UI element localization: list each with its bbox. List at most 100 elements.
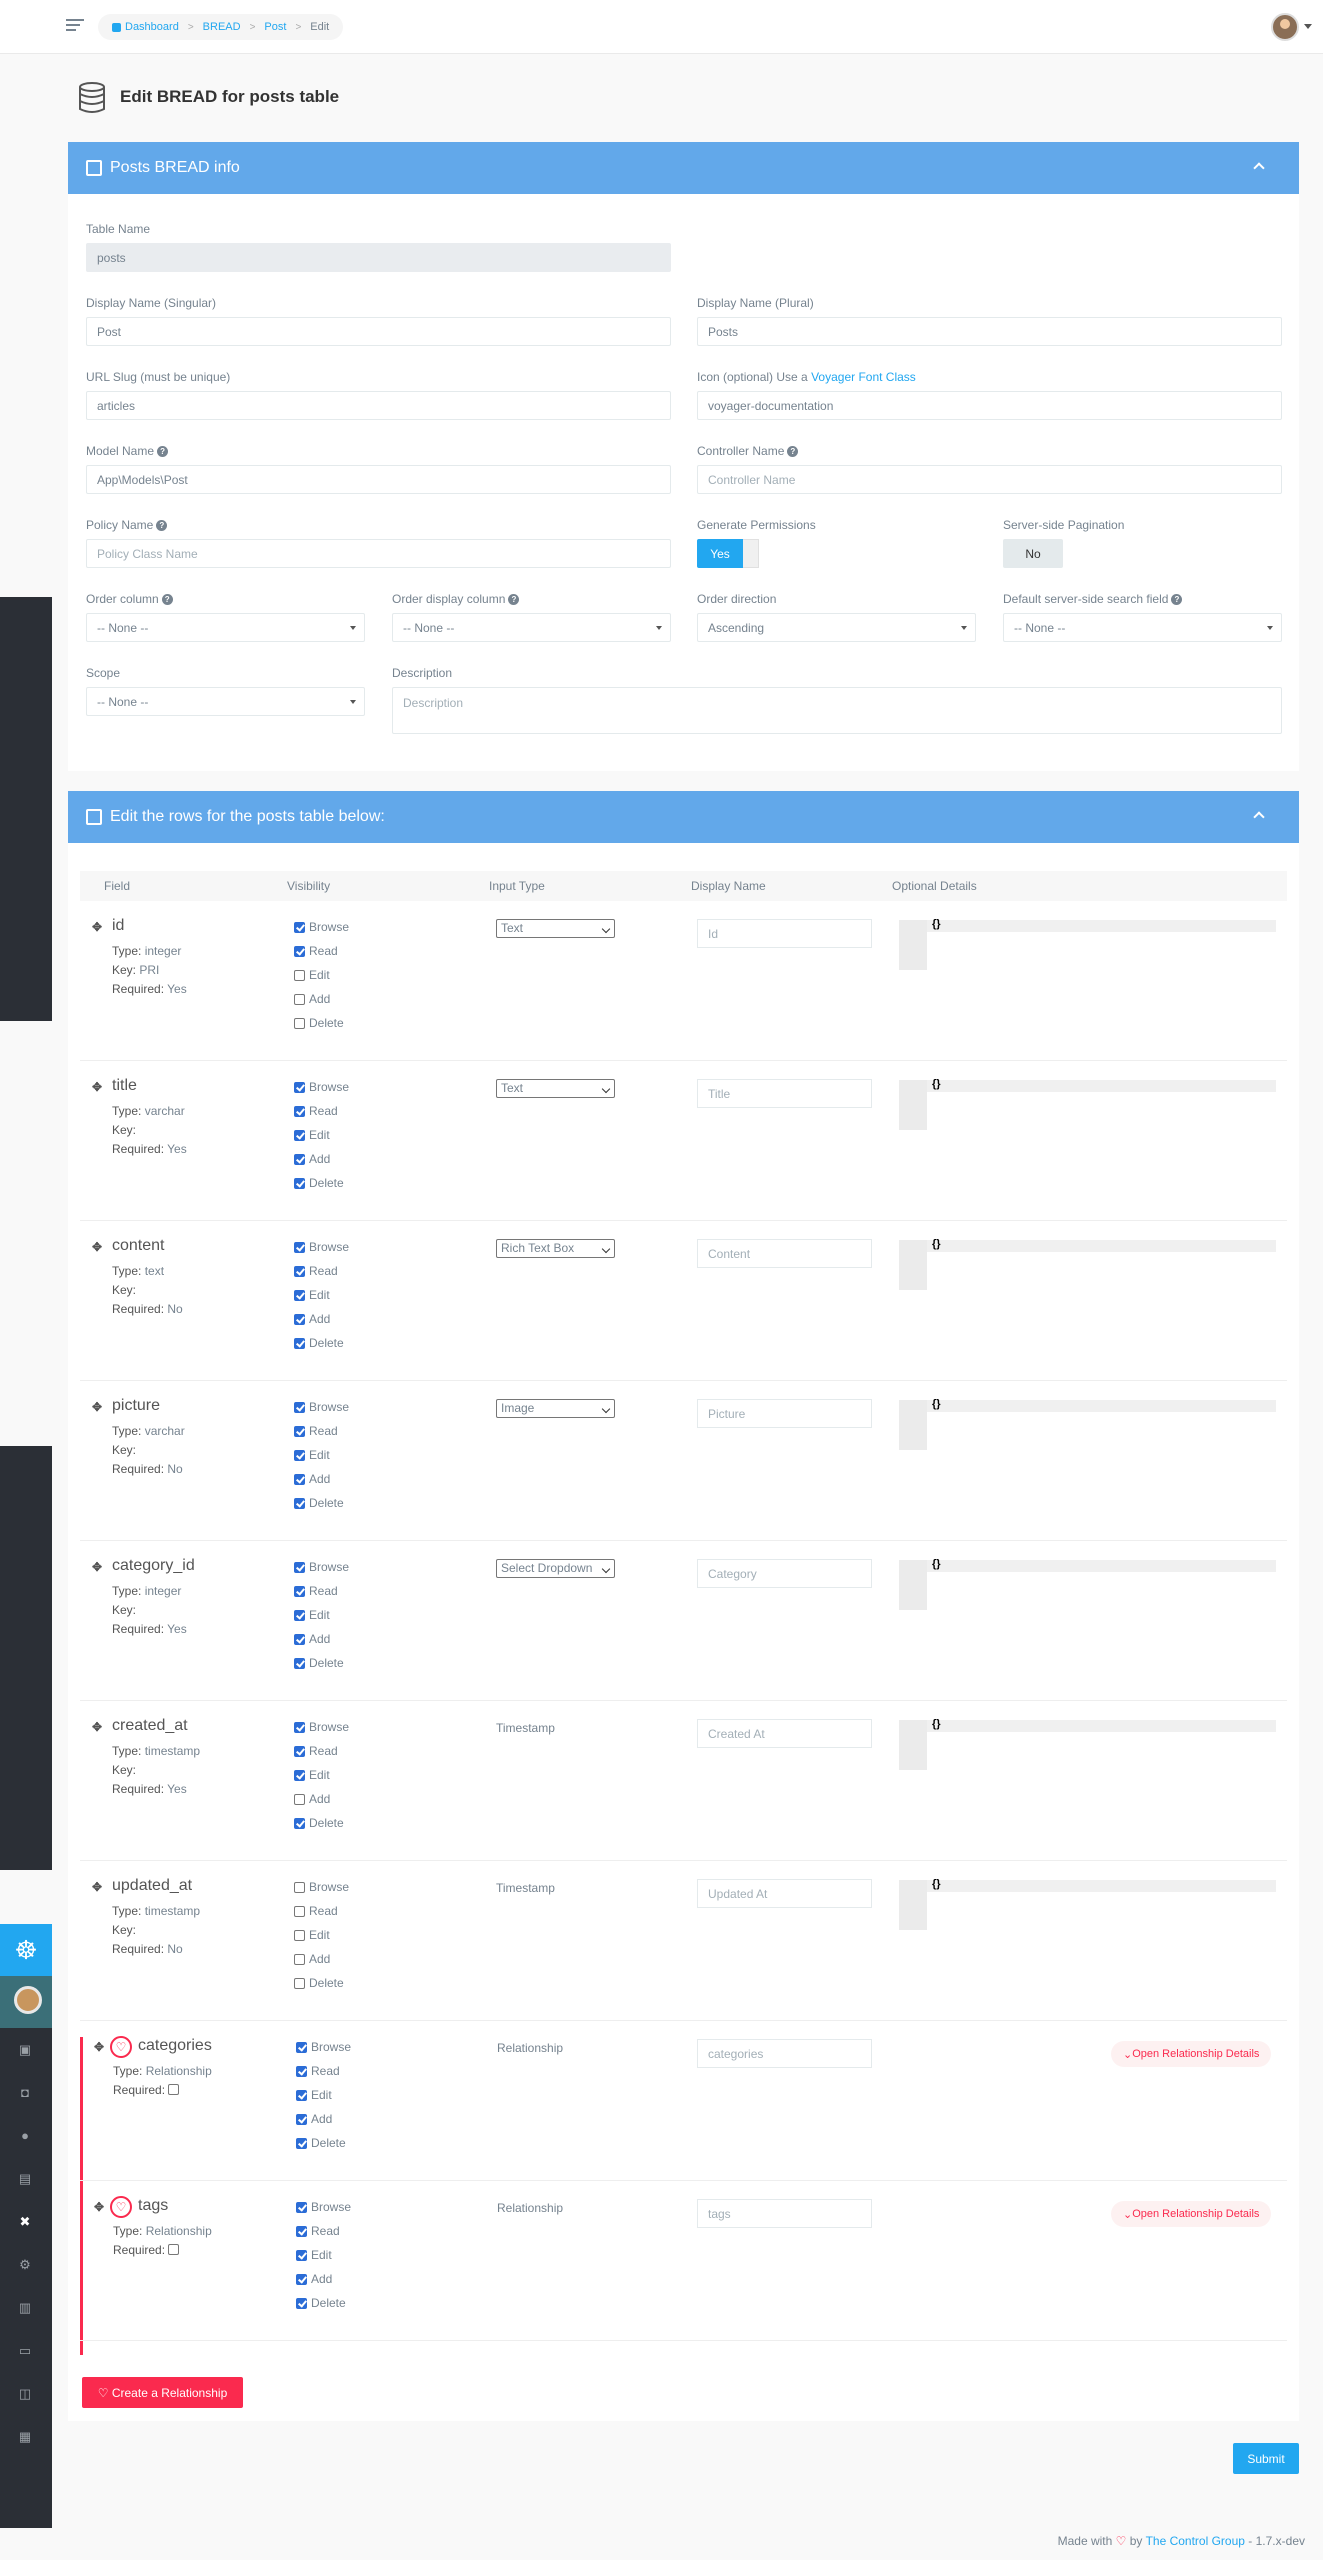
optional-details-editor[interactable]: {} xyxy=(899,1398,1276,1450)
person-icon[interactable]: ● xyxy=(17,2128,33,2144)
input-type-select[interactable]: Text xyxy=(496,1079,615,1098)
visibility-checkbox-add[interactable]: Add xyxy=(296,2272,332,2286)
visibility-checkbox-edit[interactable]: Edit xyxy=(294,1128,330,1142)
input-type-select[interactable]: Image xyxy=(496,1399,615,1418)
input-type-select[interactable]: Rich Text Box xyxy=(496,1239,615,1258)
optional-details-editor[interactable]: {} xyxy=(899,1878,1276,1930)
visibility-checkbox-read[interactable]: Read xyxy=(296,2224,340,2238)
visibility-checkbox-browse[interactable]: Browse xyxy=(294,1560,349,1574)
checkbox[interactable] xyxy=(294,1929,305,1941)
checkbox[interactable] xyxy=(294,1177,305,1189)
checkbox[interactable] xyxy=(294,1745,305,1757)
help-icon[interactable]: ? xyxy=(508,594,520,605)
order-direction-select[interactable]: Ascending xyxy=(697,613,976,642)
checkbox[interactable] xyxy=(294,1953,305,1965)
checkbox[interactable] xyxy=(296,2249,307,2261)
checkbox[interactable] xyxy=(294,1241,305,1253)
visibility-checkbox-edit[interactable]: Edit xyxy=(296,2248,332,2262)
help-icon[interactable]: ? xyxy=(157,446,169,457)
visibility-checkbox-edit[interactable]: Edit xyxy=(294,1288,330,1302)
open-relationship-details-button[interactable]: ⌄ Open Relationship Details xyxy=(1111,2201,1272,2227)
visibility-checkbox-browse[interactable]: Browse xyxy=(296,2040,351,2054)
visibility-checkbox-edit[interactable]: Edit xyxy=(294,1608,330,1622)
visibility-checkbox-delete[interactable]: Delete xyxy=(294,1336,344,1350)
checkbox[interactable] xyxy=(294,1153,305,1165)
checkbox[interactable] xyxy=(294,1609,305,1621)
drag-handle-icon[interactable]: ✥ xyxy=(94,2040,104,2054)
description-textarea[interactable]: Description xyxy=(392,687,1282,734)
checkbox[interactable] xyxy=(294,1105,305,1117)
checkbox[interactable] xyxy=(294,1289,305,1301)
visibility-checkbox-read[interactable]: Read xyxy=(294,1424,338,1438)
visibility-checkbox-add[interactable]: Add xyxy=(296,2112,332,2126)
model-input[interactable]: App\Models\Post xyxy=(86,465,671,494)
drag-handle-icon[interactable]: ✥ xyxy=(92,1400,102,1414)
checkbox[interactable] xyxy=(296,2273,307,2285)
scope-select[interactable]: -- None -- xyxy=(86,687,365,716)
display-name-input[interactable]: tags xyxy=(697,2199,872,2228)
breadcrumb-dashboard[interactable]: Dashboard xyxy=(125,21,179,33)
tools-icon[interactable]: ✖ xyxy=(17,2214,33,2230)
input-type-select[interactable]: Select Dropdown xyxy=(496,1559,615,1578)
visibility-checkbox-delete[interactable]: Delete xyxy=(294,1816,344,1830)
checkbox[interactable] xyxy=(296,2225,307,2237)
checkbox[interactable] xyxy=(294,1265,305,1277)
visibility-checkbox-read[interactable]: Read xyxy=(294,1264,338,1278)
footer-company-link[interactable]: The Control Group xyxy=(1146,2534,1245,2548)
checkbox[interactable] xyxy=(296,2201,307,2213)
visibility-checkbox-browse[interactable]: Browse xyxy=(294,1400,349,1414)
collapse-chevron-icon[interactable] xyxy=(1253,811,1265,823)
checkbox[interactable] xyxy=(294,1473,305,1485)
checkbox[interactable] xyxy=(294,1633,305,1645)
checkbox[interactable] xyxy=(294,1881,305,1893)
display-name-input[interactable]: Created At xyxy=(697,1719,872,1748)
visibility-checkbox-browse[interactable]: Browse xyxy=(294,920,349,934)
checkbox[interactable] xyxy=(294,1721,305,1733)
checkbox[interactable] xyxy=(294,1017,305,1029)
optional-details-editor[interactable]: {} xyxy=(899,1238,1276,1290)
visibility-checkbox-delete[interactable]: Delete xyxy=(294,1016,344,1030)
checkbox[interactable] xyxy=(294,1769,305,1781)
breadcrumb-post[interactable]: Post xyxy=(264,21,286,33)
checkbox[interactable] xyxy=(296,2041,307,2053)
help-icon[interactable]: ? xyxy=(787,446,799,457)
display-name-input[interactable]: Title xyxy=(697,1079,872,1108)
drag-handle-icon[interactable]: ✥ xyxy=(92,920,102,934)
submit-button[interactable]: Submit xyxy=(1233,2443,1299,2474)
drag-handle-icon[interactable]: ✥ xyxy=(92,1880,102,1894)
checkbox[interactable] xyxy=(294,1497,305,1509)
checkbox[interactable] xyxy=(294,1425,305,1437)
required-checkbox[interactable] xyxy=(168,2084,180,2095)
display-name-input[interactable]: Id xyxy=(697,919,872,948)
visibility-checkbox-add[interactable]: Add xyxy=(294,992,330,1006)
hamburger-menu-icon[interactable] xyxy=(66,19,84,33)
visibility-checkbox-read[interactable]: Read xyxy=(294,1744,338,1758)
visibility-checkbox-edit[interactable]: Edit xyxy=(294,1928,330,1942)
box-icon[interactable]: ▭ xyxy=(17,2343,33,2359)
images-icon[interactable]: ▤ xyxy=(17,2171,33,2187)
order-display-select[interactable]: -- None -- xyxy=(392,613,671,642)
optional-details-editor[interactable]: {} xyxy=(899,1718,1276,1770)
checkbox[interactable] xyxy=(296,2065,307,2077)
checkbox[interactable] xyxy=(294,1585,305,1597)
drag-handle-icon[interactable]: ✥ xyxy=(92,1720,102,1734)
display-plural-input[interactable]: Posts xyxy=(697,317,1282,346)
visibility-checkbox-read[interactable]: Read xyxy=(294,1904,338,1918)
visibility-checkbox-add[interactable]: Add xyxy=(294,1472,330,1486)
controller-input[interactable]: Controller Name xyxy=(697,465,1282,494)
display-name-input[interactable]: categories xyxy=(697,2039,872,2068)
display-name-input[interactable]: Category xyxy=(697,1559,872,1588)
checkbox[interactable] xyxy=(294,1793,305,1805)
visibility-checkbox-edit[interactable]: Edit xyxy=(294,1768,330,1782)
checkbox[interactable] xyxy=(294,1337,305,1349)
visibility-checkbox-delete[interactable]: Delete xyxy=(296,2296,346,2310)
visibility-checkbox-browse[interactable]: Browse xyxy=(294,1720,349,1734)
collapse-chevron-icon[interactable] xyxy=(1253,162,1265,174)
optional-details-editor[interactable]: {} xyxy=(899,918,1276,970)
checkbox[interactable] xyxy=(294,945,305,957)
checkbox[interactable] xyxy=(294,1081,305,1093)
checkbox[interactable] xyxy=(294,1313,305,1325)
user-avatar[interactable] xyxy=(1271,13,1299,41)
user-menu-caret-icon[interactable] xyxy=(1304,24,1312,29)
pagination-toggle[interactable]: No xyxy=(1003,539,1063,568)
